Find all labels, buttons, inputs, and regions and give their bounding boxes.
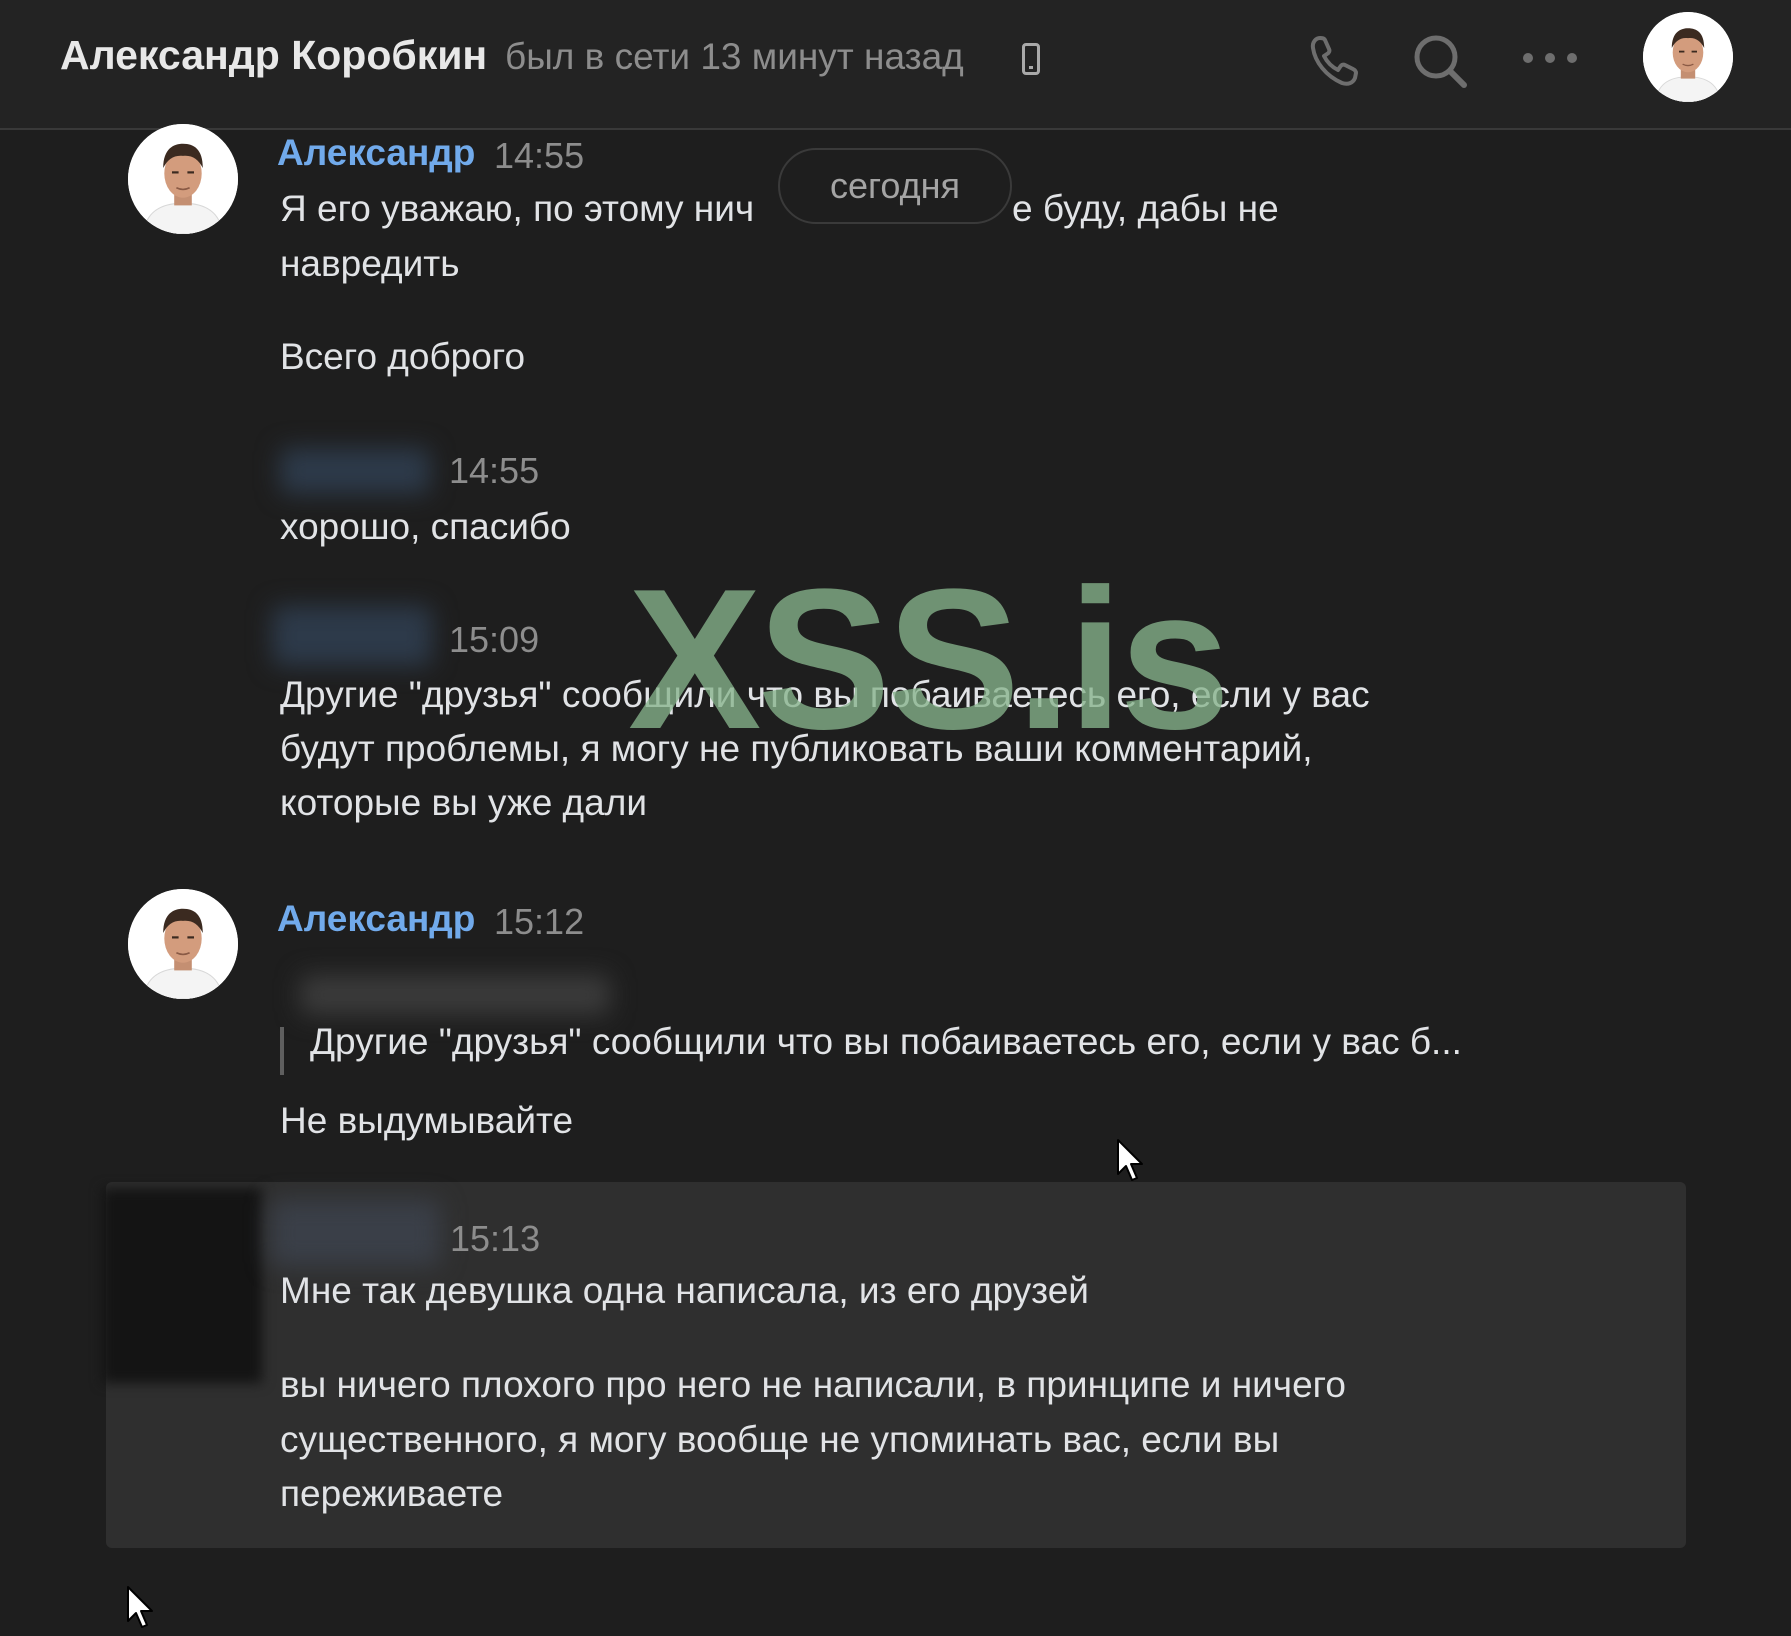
- date-divider: сегодня: [778, 148, 1012, 224]
- message-text: Не выдумывайте: [280, 1100, 574, 1141]
- message-time[interactable]: 14:55: [449, 450, 539, 492]
- message-time[interactable]: 15:09: [449, 619, 539, 661]
- message-text: Всего доброго: [280, 336, 526, 377]
- message-time[interactable]: 15:13: [450, 1218, 540, 1260]
- more-icon[interactable]: [1515, 26, 1585, 96]
- message-text: е буду, дабы не: [1012, 188, 1279, 229]
- quote-bar: [280, 1027, 284, 1075]
- header-avatar[interactable]: [1643, 12, 1733, 102]
- message-text: навредить: [280, 243, 460, 284]
- message-text: хорошо, спасибо: [280, 506, 571, 547]
- message-text: переживаете: [280, 1473, 504, 1514]
- message-time[interactable]: 14:55: [494, 135, 584, 177]
- message-text: вы ничего плохого про него не написали, …: [280, 1364, 1346, 1405]
- redacted-author: [272, 606, 432, 666]
- phone-icon[interactable]: [1300, 26, 1370, 96]
- message-text: Я его уважаю, по этому нич: [280, 188, 755, 229]
- message-author[interactable]: Александр: [277, 898, 475, 940]
- message-text: которые вы уже дали: [280, 782, 647, 823]
- message-text: Другие "друзья" сообщили что вы побаивае…: [280, 674, 1370, 715]
- redacted-avatar: [102, 1188, 262, 1383]
- search-icon[interactable]: [1405, 26, 1475, 96]
- cursor-icon: [125, 1585, 157, 1631]
- mobile-device-icon: [1022, 43, 1040, 75]
- message-text: Мне так девушка одна написала, из его др…: [280, 1270, 1089, 1311]
- quoted-message[interactable]: Другие "друзья" сообщили что вы побаивае…: [310, 1021, 1462, 1063]
- message-text: будут проблемы, я могу не публиковать ва…: [280, 728, 1313, 769]
- redacted-author: [280, 448, 430, 494]
- chat-title[interactable]: Александр Коробкин: [60, 32, 487, 79]
- last-seen-status: был в сети 13 минут назад: [505, 36, 964, 77]
- message-text: существенного, я могу вообще не упоминат…: [280, 1419, 1280, 1460]
- message-author[interactable]: Александр: [277, 132, 475, 174]
- cursor-icon: [1115, 1138, 1147, 1184]
- redacted-reply-author: [300, 975, 610, 1015]
- message-time[interactable]: 15:12: [494, 901, 584, 943]
- redacted-author: [270, 1200, 440, 1266]
- avatar[interactable]: [128, 124, 238, 234]
- chat-header: Александр Коробкин был в сети 13 минут н…: [0, 0, 1791, 130]
- avatar[interactable]: [128, 889, 238, 999]
